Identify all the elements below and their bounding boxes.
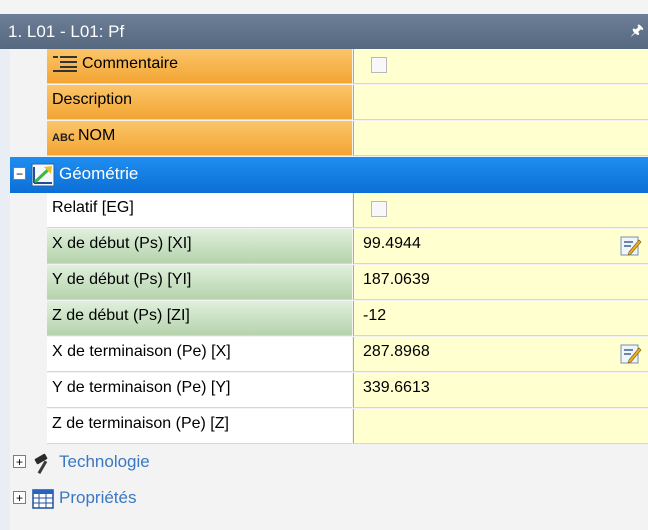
category-proprietes[interactable]: + Propriétés — [10, 481, 648, 517]
svg-text:ABC: ABC — [52, 132, 74, 143]
x-terminaison-field[interactable]: 287.8968 — [353, 337, 648, 372]
row-x-terminaison[interactable]: X de terminaison (Pe) [X] 287.8968 — [0, 337, 648, 373]
row-value[interactable] — [353, 193, 648, 228]
row-commentaire[interactable]: Commentaire — [0, 49, 648, 85]
row-label: Description — [47, 85, 352, 120]
collapse-toggle[interactable]: − — [13, 167, 26, 180]
row-y-terminaison[interactable]: Y de terminaison (Pe) [Y] 339.6613 — [0, 373, 648, 409]
row-nom[interactable]: ABC NOM — [0, 121, 648, 157]
x-terminaison-value: 287.8968 — [363, 343, 430, 360]
nom-field[interactable] — [353, 121, 648, 156]
edit-pencil-icon[interactable] — [620, 235, 642, 257]
row-z-terminaison[interactable]: Z de terminaison (Pe) [Z] — [0, 409, 648, 445]
expand-toggle[interactable]: + — [13, 491, 26, 504]
category-geometrie[interactable]: − Géométrie — [10, 157, 648, 193]
category-label: Géométrie — [59, 164, 139, 183]
top-strip — [0, 0, 648, 14]
row-label: Y de terminaison (Pe) [Y] — [47, 373, 352, 408]
row-relatif[interactable]: Relatif [EG] — [0, 193, 648, 229]
z-debut-field[interactable]: -12 — [353, 301, 648, 336]
row-label: Z de début (Ps) [ZI] — [47, 301, 352, 336]
row-label: ABC NOM — [47, 121, 352, 156]
row-description[interactable]: Description — [0, 85, 648, 121]
y-terminaison-field[interactable]: 339.6613 — [353, 373, 648, 408]
row-x-debut[interactable]: X de début (Ps) [XI] 99.4944 — [0, 229, 648, 265]
category-label: Technologie — [59, 452, 150, 471]
row-y-debut[interactable]: Y de début (Ps) [YI] 187.0639 — [0, 265, 648, 301]
expand-toggle[interactable]: + — [13, 455, 26, 468]
x-debut-field[interactable]: 99.4944 — [353, 229, 648, 264]
x-debut-value: 99.4944 — [363, 235, 421, 252]
row-label: X de terminaison (Pe) [X] — [47, 337, 352, 372]
row-label: Relatif [EG] — [47, 193, 352, 228]
edit-pencil-icon[interactable] — [620, 343, 642, 365]
commentaire-checkbox[interactable] — [371, 57, 387, 73]
description-field[interactable] — [353, 85, 648, 120]
property-grid: Commentaire Description ABC NOM − Géomét… — [0, 49, 648, 530]
row-label: X de début (Ps) [XI] — [47, 229, 352, 264]
table-icon — [32, 489, 54, 509]
geometry-icon — [31, 163, 55, 187]
hammer-icon — [34, 453, 48, 475]
z-terminaison-field[interactable] — [353, 409, 648, 444]
row-z-debut[interactable]: Z de début (Ps) [ZI] -12 — [0, 301, 648, 337]
comment-lines-icon — [53, 56, 77, 72]
row-label: Z de terminaison (Pe) [Z] — [47, 409, 352, 444]
row-label: Commentaire — [47, 49, 352, 84]
category-label: Propriétés — [59, 488, 137, 507]
row-label: Y de début (Ps) [YI] — [47, 265, 352, 300]
pin-icon[interactable]: 🖈 — [630, 20, 644, 45]
panel-title-bar: 1. L01 - L01: Pf 🖈 — [0, 14, 648, 49]
category-technologie[interactable]: + Technologie — [10, 445, 648, 481]
panel-title: 1. L01 - L01: Pf — [8, 22, 125, 41]
abc-text-icon: ABC — [52, 132, 74, 143]
y-debut-field[interactable]: 187.0639 — [353, 265, 648, 300]
relatif-checkbox[interactable] — [371, 201, 387, 217]
row-value[interactable] — [353, 49, 648, 84]
